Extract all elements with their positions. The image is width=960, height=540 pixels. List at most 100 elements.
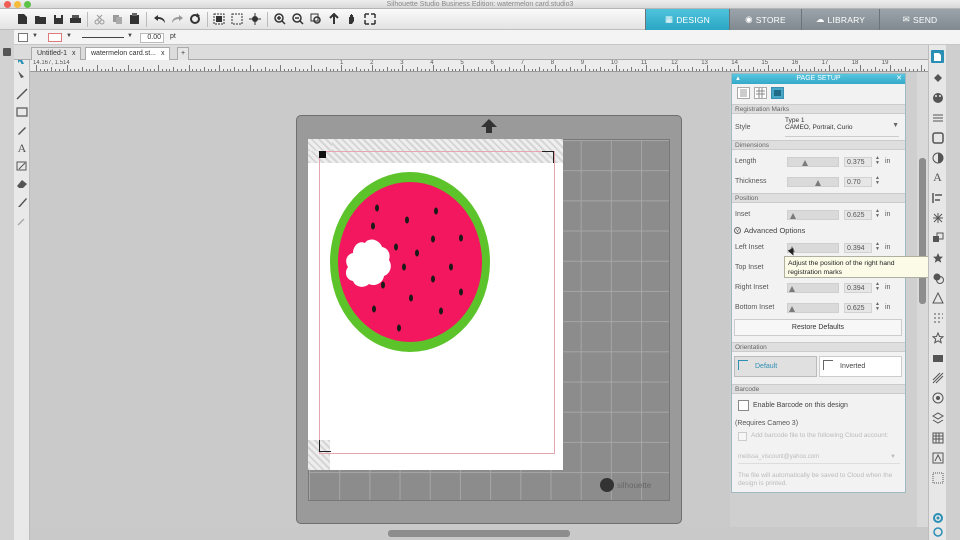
pan-hand-icon[interactable] xyxy=(345,12,359,26)
horizontal-scroll-thumb[interactable] xyxy=(388,530,570,537)
thickness-slider[interactable] xyxy=(787,177,839,187)
cut-icon[interactable] xyxy=(92,12,106,26)
grid-toggle-icon[interactable] xyxy=(3,48,11,56)
slider-knob[interactable] xyxy=(789,286,795,292)
new-tab-button[interactable]: + xyxy=(177,47,190,60)
slider-knob[interactable] xyxy=(790,213,796,219)
copy-icon[interactable] xyxy=(110,12,124,26)
registration-marks-icon[interactable] xyxy=(771,87,784,99)
watermelon-design[interactable] xyxy=(328,168,494,358)
palette-icon[interactable] xyxy=(931,91,944,104)
paste-icon[interactable] xyxy=(127,12,141,26)
zoom-in-icon[interactable] xyxy=(273,12,287,26)
tab-send[interactable]: ✉ SEND xyxy=(879,9,960,30)
orientation-default-button[interactable]: Default xyxy=(734,356,817,377)
tab-watermelon-card[interactable]: watermelon card.st... x xyxy=(85,47,171,60)
tab-store[interactable]: ◉ STORE xyxy=(729,9,801,30)
pixscan-icon[interactable] xyxy=(931,451,944,464)
add-barcode-checkbox[interactable] xyxy=(738,432,747,441)
fit-to-page-icon[interactable] xyxy=(363,12,377,26)
slider-knob[interactable] xyxy=(802,160,808,166)
emboss-icon[interactable] xyxy=(931,371,944,384)
save-icon[interactable] xyxy=(51,12,65,26)
line-tool-icon[interactable] xyxy=(15,87,29,101)
inset-input[interactable]: 0.625 xyxy=(844,210,872,220)
chevron-down-icon[interactable]: ▼ xyxy=(66,33,72,39)
select-all-icon[interactable] xyxy=(212,12,226,26)
knife-tool-icon[interactable] xyxy=(15,195,29,209)
bottom-inset-stepper[interactable]: ▲ ▼ xyxy=(875,302,880,312)
transform-icon[interactable] xyxy=(931,211,944,224)
right-inset-input[interactable]: 0.394 xyxy=(844,283,872,293)
thickness-input[interactable]: 0.70 xyxy=(844,177,872,187)
chevron-down-icon[interactable]: ▼ xyxy=(127,33,133,39)
right-inset-slider[interactable] xyxy=(787,283,839,293)
enable-barcode-checkbox[interactable] xyxy=(738,400,749,411)
close-icon[interactable]: ✕ xyxy=(896,74,902,84)
line-weight-input[interactable]: 0.00 xyxy=(140,33,164,43)
refresh-icon[interactable] xyxy=(931,525,944,538)
dot-grid-icon[interactable] xyxy=(931,471,944,484)
fill-panel-icon[interactable] xyxy=(931,71,944,84)
bottom-inset-slider[interactable] xyxy=(787,303,839,313)
vertical-scroll-thumb[interactable] xyxy=(919,158,926,304)
chevron-down-icon[interactable]: ▼ xyxy=(32,33,38,39)
print-icon[interactable] xyxy=(68,12,82,26)
new-file-icon[interactable] xyxy=(15,12,29,26)
zoom-out-icon[interactable] xyxy=(291,12,305,26)
close-tab-icon[interactable]: x xyxy=(161,48,165,60)
deselect-icon[interactable] xyxy=(230,12,244,26)
slider-knob[interactable] xyxy=(789,306,795,312)
inset-slider[interactable] xyxy=(787,210,839,220)
panel-collapse-icon[interactable]: ▲ xyxy=(735,74,741,84)
thickness-stepper[interactable]: ▲ ▼ xyxy=(875,176,880,186)
pencil-tool-icon[interactable] xyxy=(15,123,29,137)
select-by-color-icon[interactable] xyxy=(248,12,262,26)
sketch-icon[interactable] xyxy=(931,131,944,144)
rectangle-tool-icon[interactable] xyxy=(15,105,29,119)
text-style-icon[interactable]: A xyxy=(931,170,944,184)
eraser-tool-icon[interactable] xyxy=(15,177,29,191)
inset-stepper[interactable]: ▲ ▼ xyxy=(875,209,880,219)
line-style-icon[interactable] xyxy=(931,111,944,124)
close-tab-icon[interactable]: x xyxy=(72,48,76,60)
right-inset-stepper[interactable]: ▲ ▼ xyxy=(875,282,880,292)
tab-untitled-1[interactable]: Untitled-1 x xyxy=(31,47,82,60)
left-inset-stepper[interactable]: ▲ ▼ xyxy=(875,242,880,252)
page-setup-icon[interactable] xyxy=(931,50,944,63)
shadow-icon[interactable] xyxy=(931,151,944,164)
rhinestone-icon[interactable] xyxy=(931,391,944,404)
sketch-star-icon[interactable] xyxy=(931,331,944,344)
offset-icon[interactable] xyxy=(931,291,944,304)
layers-icon[interactable] xyxy=(931,411,944,424)
eyedropper-tool-icon[interactable] xyxy=(15,213,29,227)
length-stepper[interactable]: ▲ ▼ xyxy=(875,156,880,166)
print-cut-icon[interactable] xyxy=(931,351,944,364)
left-inset-input[interactable]: 0.394 xyxy=(844,243,872,253)
tab-library[interactable]: ☁ LIBRARY xyxy=(801,9,879,30)
fill-tool-icon[interactable] xyxy=(15,159,29,173)
zoom-drag-icon[interactable] xyxy=(327,12,341,26)
trace-icon[interactable] xyxy=(931,311,944,324)
line-weight-slider[interactable] xyxy=(82,37,124,38)
length-input[interactable]: 0.375 xyxy=(844,157,872,167)
line-style-swatch[interactable] xyxy=(18,33,28,42)
grid-settings-icon[interactable] xyxy=(754,87,767,99)
open-folder-icon[interactable] xyxy=(33,12,47,26)
restore-defaults-button[interactable]: Restore Defaults xyxy=(734,319,902,336)
bottom-inset-input[interactable]: 0.625 xyxy=(844,303,872,313)
tab-design[interactable]: ▦ DESIGN xyxy=(645,9,729,30)
redo-icon[interactable] xyxy=(170,12,184,26)
zoom-selection-icon[interactable] xyxy=(309,12,323,26)
star-icon[interactable] xyxy=(931,251,944,264)
settings-gear-icon[interactable] xyxy=(931,511,944,524)
text-tool-icon[interactable]: A xyxy=(15,141,29,155)
modify-icon[interactable] xyxy=(931,271,944,284)
slider-knob[interactable] xyxy=(815,180,821,186)
line-color-swatch[interactable] xyxy=(48,33,62,42)
align-icon[interactable] xyxy=(931,191,944,204)
cloud-account-dropdown[interactable]: melissa_viscount@yahoo.com ▼ xyxy=(738,454,900,464)
library-grid-icon[interactable] xyxy=(931,431,944,444)
replicate-icon[interactable] xyxy=(931,231,944,244)
orientation-inverted-button[interactable]: Inverted xyxy=(819,356,902,377)
